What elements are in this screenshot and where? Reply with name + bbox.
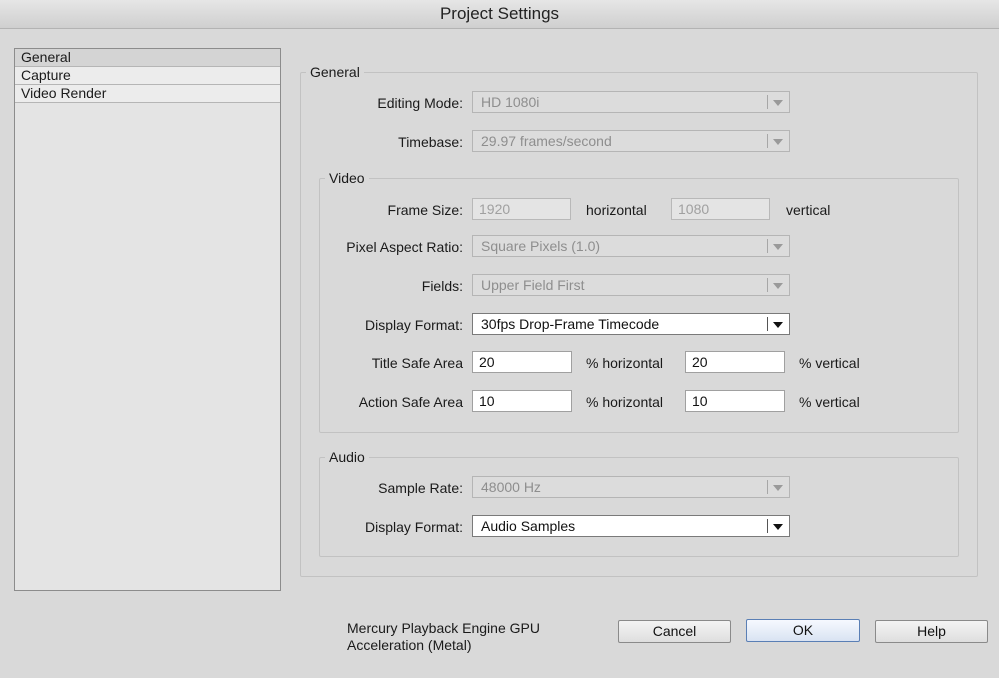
- video-display-format-value: 30fps Drop-Frame Timecode: [481, 316, 660, 332]
- audio-display-format-value: Audio Samples: [481, 518, 576, 534]
- audio-display-format-label: Display Format:: [364, 519, 463, 535]
- chevron-down-icon: [773, 244, 783, 250]
- dropdown-separator: [767, 95, 768, 109]
- dropdown-separator: [767, 480, 768, 494]
- action-safe-label: Action Safe Area: [358, 394, 463, 410]
- sample-rate-select[interactable]: 48000 Hz: [472, 476, 790, 498]
- sidebar-item-video-render[interactable]: Video Render: [15, 85, 280, 103]
- chevron-down-icon: [773, 283, 783, 289]
- ok-button[interactable]: OK: [746, 619, 860, 642]
- video-display-format-label: Display Format:: [364, 317, 463, 333]
- audio-group: [319, 457, 959, 557]
- video-display-format-select[interactable]: 30fps Drop-Frame Timecode: [472, 313, 790, 335]
- frame-height-suffix: vertical: [786, 202, 831, 218]
- pixel-aspect-ratio-value: Square Pixels (1.0): [481, 238, 601, 254]
- fields-select[interactable]: Upper Field First: [472, 274, 790, 296]
- dropdown-separator: [767, 239, 768, 253]
- chevron-down-icon: [773, 524, 783, 530]
- chevron-down-icon: [773, 485, 783, 491]
- dropdown-separator: [767, 519, 768, 533]
- renderer-note: Mercury Playback Engine GPU Acceleration…: [347, 620, 540, 653]
- frame-height-field[interactable]: 1080: [671, 198, 770, 220]
- dropdown-separator: [767, 134, 768, 148]
- action-safe-horizontal-suffix: % horizontal: [586, 394, 664, 410]
- editing-mode-value: HD 1080i: [481, 94, 540, 110]
- chevron-down-icon: [773, 139, 783, 145]
- settings-category-list: General Capture Video Render: [14, 48, 281, 591]
- pixel-aspect-ratio-select[interactable]: Square Pixels (1.0): [472, 235, 790, 257]
- cancel-button[interactable]: Cancel: [618, 620, 731, 643]
- audio-legend: Audio: [325, 449, 369, 465]
- chevron-down-icon: [773, 100, 783, 106]
- editing-mode-label: Editing Mode:: [377, 95, 463, 111]
- pixel-aspect-ratio-label: Pixel Aspect Ratio:: [346, 239, 463, 255]
- action-safe-vertical-field[interactable]: 10: [685, 390, 785, 412]
- fields-value: Upper Field First: [481, 277, 585, 293]
- audio-display-format-select[interactable]: Audio Samples: [472, 515, 790, 537]
- timebase-select[interactable]: 29.97 frames/second: [472, 130, 790, 152]
- fields-label: Fields:: [421, 278, 463, 294]
- editing-mode-select[interactable]: HD 1080i: [472, 91, 790, 113]
- title-safe-vertical-suffix: % vertical: [799, 355, 860, 371]
- window-title: Project Settings: [0, 0, 999, 29]
- dropdown-separator: [767, 317, 768, 331]
- sample-rate-label: Sample Rate:: [378, 480, 463, 496]
- title-safe-vertical-field[interactable]: 20: [685, 351, 785, 373]
- dropdown-separator: [767, 278, 768, 292]
- action-safe-vertical-suffix: % vertical: [799, 394, 860, 410]
- title-safe-label: Title Safe Area: [371, 355, 463, 371]
- sample-rate-value: 48000 Hz: [481, 479, 541, 495]
- chevron-down-icon: [773, 322, 783, 328]
- title-safe-horizontal-suffix: % horizontal: [586, 355, 664, 371]
- timebase-value: 29.97 frames/second: [481, 133, 612, 149]
- frame-size-label: Frame Size:: [387, 202, 463, 218]
- video-legend: Video: [325, 170, 369, 186]
- help-button[interactable]: Help: [875, 620, 988, 643]
- title-safe-horizontal-field[interactable]: 20: [472, 351, 572, 373]
- sidebar-item-capture[interactable]: Capture: [15, 67, 280, 85]
- sidebar-item-general[interactable]: General: [15, 49, 280, 67]
- action-safe-horizontal-field[interactable]: 10: [472, 390, 572, 412]
- timebase-label: Timebase:: [398, 134, 463, 150]
- frame-width-suffix: horizontal: [586, 202, 647, 218]
- frame-width-field[interactable]: 1920: [472, 198, 571, 220]
- general-legend: General: [306, 64, 364, 80]
